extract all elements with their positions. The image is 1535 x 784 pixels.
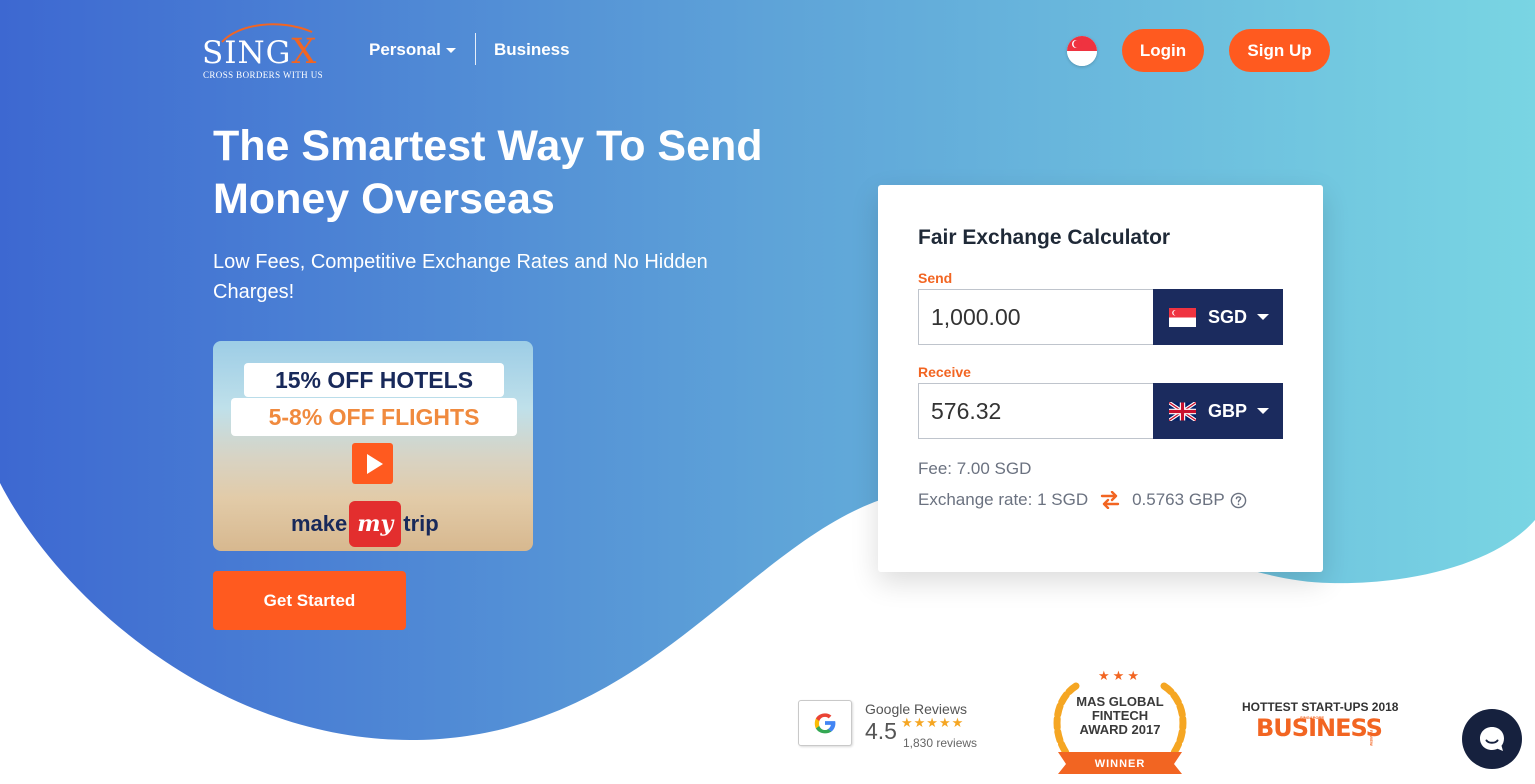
- send-currency-select[interactable]: SGD: [1153, 289, 1283, 345]
- uk-flag-icon: [1169, 401, 1196, 421]
- send-label: Send: [918, 270, 953, 286]
- send-amount-input[interactable]: [918, 289, 1153, 345]
- mas-ribbon-text: WINNER: [1094, 758, 1146, 770]
- singapore-flag-icon: [1169, 307, 1196, 327]
- get-started-button[interactable]: Get Started: [213, 571, 406, 630]
- google-logo-box: [798, 700, 852, 746]
- mmt-post: trip: [403, 511, 439, 536]
- receive-label: Receive: [918, 364, 971, 380]
- sb-side-text: REVIEW: [1369, 730, 1374, 746]
- google-reviews-badge[interactable]: Google Reviews 4.5 ★★★★★ 1,830 reviews: [797, 689, 992, 751]
- sb-top-text: HOTTEST START-UPS 2018: [1242, 700, 1399, 714]
- star-rating-icon: ★★★★★: [901, 715, 965, 730]
- google-reviews-count: 1,830 reviews: [903, 736, 978, 750]
- hero-subhead: Low Fees, Competitive Exchange Rates and…: [213, 251, 708, 303]
- mas-line3: AWARD 2017: [1079, 722, 1161, 737]
- promo-video-thumbnail[interactable]: 15% OFF HOTELS 5-8% OFF FLIGHTS make my …: [213, 341, 533, 551]
- calculator-title: Fair Exchange Calculator: [918, 226, 1171, 249]
- send-currency-code: SGD: [1208, 306, 1248, 327]
- site-header: SINGX CROSS BORDERS WITH US Personal Bus…: [0, 0, 1535, 100]
- login-button[interactable]: Login: [1122, 29, 1204, 72]
- play-icon[interactable]: [352, 443, 393, 484]
- exchange-rate-value: 0.5763 GBP: [1132, 490, 1225, 509]
- hero-headline: The Smartest Way To Send Money Overseas: [213, 122, 763, 223]
- mas-line2: FINTECH: [1091, 708, 1149, 723]
- mas-award-badge: ★★★ MAS GLOBAL FINTECH AWARD 2017 WINNER: [1040, 668, 1200, 780]
- nav-business-link[interactable]: Business: [494, 40, 570, 60]
- receive-currency-select[interactable]: GBP: [1153, 383, 1283, 439]
- singapore-business-badge: HOTTEST START-UPS 2018 SINGAPORE BUSINES…: [1238, 700, 1398, 748]
- google-reviews-score: 4.5: [865, 718, 897, 744]
- nav-personal-label: Personal: [369, 40, 441, 59]
- promo-flights-text: 5-8% OFF FLIGHTS: [231, 398, 517, 436]
- receive-currency-code: GBP: [1208, 400, 1248, 421]
- chevron-down-icon: [1257, 314, 1270, 320]
- chevron-down-icon: [1257, 408, 1270, 414]
- mas-line1: MAS GLOBAL: [1076, 694, 1164, 709]
- nav-divider: [475, 33, 476, 65]
- mmt-box: my: [349, 501, 402, 547]
- logo-tagline: CROSS BORDERS WITH US: [203, 70, 324, 80]
- help-circle-icon[interactable]: [1230, 492, 1247, 509]
- google-g-icon: [814, 713, 836, 734]
- makemytrip-logo: make my trip: [291, 501, 439, 547]
- singapore-flag-icon: [1067, 36, 1097, 66]
- mas-stars-icon: ★★★: [1098, 668, 1142, 683]
- chevron-down-icon: [445, 48, 456, 54]
- exchange-calculator: Fair Exchange Calculator Send SGD Receiv…: [878, 185, 1323, 572]
- signup-button[interactable]: Sign Up: [1229, 29, 1330, 72]
- fee-text: Fee: 7.00 SGD: [918, 459, 1032, 478]
- chat-widget-button[interactable]: [1462, 709, 1522, 769]
- exchange-rate-row: Exchange rate: 1 SGD 0.5763 GBP: [918, 490, 1247, 510]
- mas-award-text: MAS GLOBAL FINTECH AWARD 2017: [1064, 695, 1176, 737]
- exchange-rate-prefix: Exchange rate: 1 SGD: [918, 490, 1089, 509]
- receive-amount-input[interactable]: [918, 383, 1153, 439]
- mmt-pre: make: [291, 511, 348, 536]
- region-selector[interactable]: [1067, 36, 1097, 66]
- promo-hotels-text: 15% OFF HOTELS: [244, 363, 504, 397]
- chat-bubble-icon: [1480, 727, 1504, 751]
- swap-arrows-icon[interactable]: [1100, 491, 1120, 509]
- nav-personal-dropdown[interactable]: Personal: [369, 40, 456, 60]
- sb-main-text: BUSINESS: [1256, 714, 1383, 742]
- singx-logo[interactable]: SINGX CROSS BORDERS WITH US: [200, 20, 325, 82]
- logo-wordmark: SINGX: [202, 32, 318, 72]
